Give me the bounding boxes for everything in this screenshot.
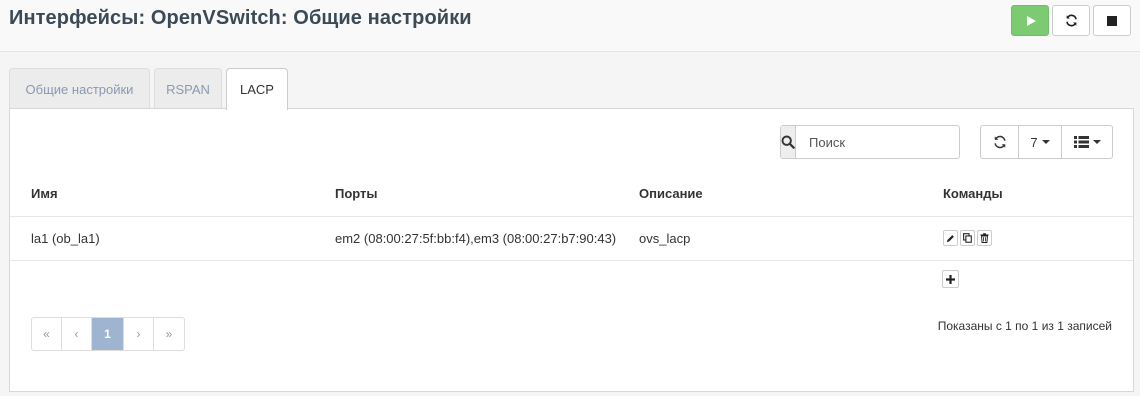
pagination-info: Показаны с 1 по 1 из 1 записей bbox=[937, 319, 1112, 333]
tab-rspan[interactable]: RSPAN bbox=[154, 68, 222, 109]
edit-button[interactable] bbox=[943, 230, 958, 246]
pagination-page-1[interactable]: 1 bbox=[92, 318, 124, 350]
play-icon bbox=[1026, 15, 1036, 26]
table-row[interactable]: la1 (ob_la1) em2 (08:00:27:5f:bb:f4),em3… bbox=[10, 216, 1133, 261]
table-refresh-button[interactable] bbox=[981, 126, 1019, 158]
search-button[interactable] bbox=[781, 126, 796, 158]
pagination-first[interactable]: « bbox=[32, 318, 62, 350]
columns-dropdown[interactable] bbox=[1062, 126, 1112, 158]
copy-icon bbox=[963, 233, 972, 243]
page-size-dropdown[interactable]: 7 bbox=[1019, 126, 1062, 158]
search-group bbox=[780, 125, 985, 159]
table-tools: 7 bbox=[980, 125, 1113, 159]
chevron-down-icon bbox=[1092, 140, 1101, 144]
trash-icon bbox=[980, 233, 989, 243]
cell-name: la1 (ob_la1) bbox=[10, 216, 335, 261]
page-header: Интерфейсы: OpenVSwitch: Общие настройки bbox=[0, 0, 1140, 52]
column-header-name[interactable]: Имя bbox=[10, 172, 335, 217]
pagination-last[interactable]: » bbox=[154, 318, 184, 350]
lacp-panel: 7 Имя Порты Описание Команды bbox=[9, 108, 1134, 392]
start-button[interactable] bbox=[1011, 5, 1049, 36]
cell-ports: em2 (08:00:27:5f:bb:f4),em3 (08:00:27:b7… bbox=[335, 216, 639, 261]
stop-button[interactable] bbox=[1093, 5, 1131, 36]
plus-icon bbox=[946, 274, 955, 284]
page-size-value: 7 bbox=[1030, 134, 1038, 150]
pagination-prev[interactable]: ‹ bbox=[62, 318, 92, 350]
column-header-commands: Команды bbox=[943, 172, 1133, 217]
cell-commands bbox=[943, 216, 1133, 261]
edit-icon bbox=[946, 234, 954, 242]
pagination-next[interactable]: › bbox=[124, 318, 154, 350]
tab-lacp[interactable]: LACP bbox=[226, 68, 288, 110]
search-icon bbox=[781, 135, 795, 149]
refresh-icon bbox=[1065, 14, 1077, 27]
lacp-table: Имя Порты Описание Команды la1 (ob_la1) … bbox=[10, 172, 1133, 261]
reload-button[interactable] bbox=[1052, 5, 1090, 36]
refresh-icon bbox=[993, 135, 1006, 149]
clone-button[interactable] bbox=[960, 230, 975, 246]
cell-description: ovs_lacp bbox=[639, 216, 943, 261]
list-icon bbox=[1073, 136, 1089, 148]
search-input[interactable] bbox=[796, 126, 985, 158]
stop-icon bbox=[1107, 15, 1117, 26]
delete-button[interactable] bbox=[977, 230, 992, 246]
table-header-row: Имя Порты Описание Команды bbox=[10, 172, 1133, 217]
pagination: « ‹ 1 › » bbox=[31, 317, 185, 351]
tab-general-settings[interactable]: Общие настройки bbox=[9, 68, 150, 109]
column-header-ports[interactable]: Порты bbox=[335, 172, 639, 217]
page-title: Интерфейсы: OpenVSwitch: Общие настройки bbox=[9, 7, 472, 29]
column-header-description[interactable]: Описание bbox=[639, 172, 943, 217]
chevron-down-icon bbox=[1041, 140, 1050, 144]
add-button[interactable] bbox=[942, 270, 959, 288]
